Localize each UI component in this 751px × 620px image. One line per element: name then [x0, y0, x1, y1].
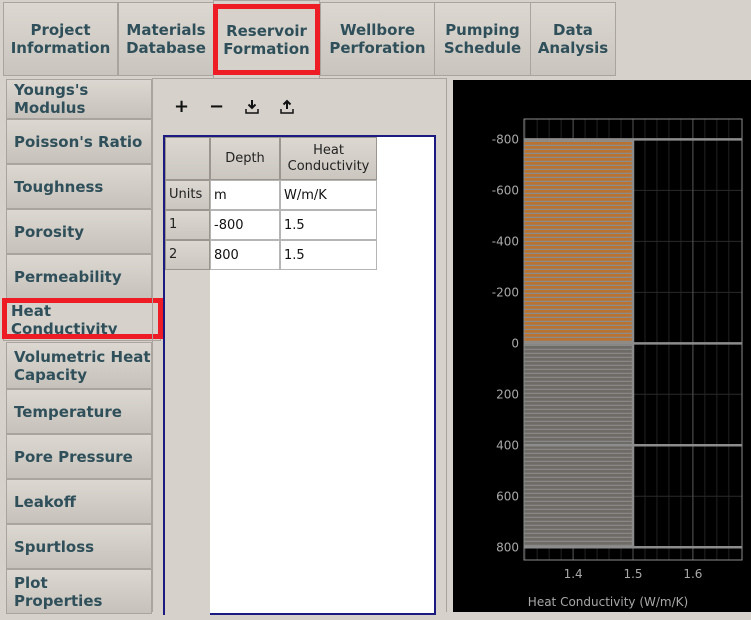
side-tab-permeability[interactable]: Permeability	[6, 254, 152, 299]
side-tab-youngs-modulus[interactable]: Youngs's Modulus	[6, 79, 152, 119]
y-tick-label: 0	[511, 336, 519, 350]
tab-pumping-schedule[interactable]: Pumping Schedule	[434, 2, 531, 76]
import-icon[interactable]	[244, 99, 260, 120]
y-tick-label: 600	[496, 489, 519, 503]
tab-reservoir-formation[interactable]: Reservoir Formation	[213, 0, 320, 78]
x-tick-label: 1.4	[564, 567, 583, 581]
y-tick-label: -800	[492, 132, 519, 146]
side-tab-temperature[interactable]: Temperature	[6, 389, 152, 434]
table-cell[interactable]: m	[210, 180, 280, 210]
side-tab-leakoff[interactable]: Leakoff	[6, 479, 152, 524]
y-tick-label: -600	[492, 183, 519, 197]
side-tab-toughness[interactable]: Toughness	[6, 164, 152, 209]
tab-project-information[interactable]: Project Information	[3, 2, 118, 76]
y-tick-label: -400	[492, 234, 519, 248]
x-tick-label: 1.6	[683, 567, 702, 581]
row-header[interactable]: 2	[165, 240, 210, 270]
heat-conductivity-chart: -800 -600 -400 -200 0 200 400 600 800 1.4 1.5 1.6 He…	[492, 118, 743, 609]
table-cell[interactable]: 1.5	[280, 210, 377, 240]
y-tick-label: 800	[496, 540, 519, 554]
table-cell[interactable]: 1.5	[280, 240, 377, 270]
tab-materials-database[interactable]: Materials Database	[118, 2, 214, 76]
y-tick-label: 400	[496, 438, 519, 452]
side-tab-spurtloss[interactable]: Spurtloss	[6, 524, 152, 569]
export-icon[interactable]	[279, 99, 295, 120]
tab-wellbore-perforation[interactable]: Wellbore Perforation	[320, 2, 435, 76]
tab-data-analysis[interactable]: Data Analysis	[530, 2, 616, 76]
table-cell[interactable]: -800	[210, 210, 280, 240]
side-tab-porosity[interactable]: Porosity	[6, 209, 152, 254]
add-row-button[interactable]: +	[174, 96, 189, 117]
chart-panel: -800 -600 -400 -200 0 200 400 600 800 1.4 1.5 1.6 He…	[453, 80, 751, 612]
column-header-depth[interactable]: Depth	[210, 137, 280, 180]
corner-header	[165, 137, 210, 180]
remove-row-button[interactable]: −	[209, 96, 224, 117]
x-tick-label: 1.5	[623, 567, 642, 581]
column-header-heat-conductivity[interactable]: Heat Conductivity	[280, 137, 377, 180]
side-tab-pore-pressure[interactable]: Pore Pressure	[6, 434, 152, 479]
table-cell[interactable]: 800	[210, 240, 280, 270]
y-tick-label: 200	[496, 387, 519, 401]
table-cell[interactable]: W/m/K	[280, 180, 377, 210]
data-table: Depth Heat Conductivity Units m W/m/K 1 …	[163, 135, 436, 620]
side-tab-volumetric-heat-capacity[interactable]: Volumetric Heat Capacity	[6, 342, 152, 389]
side-tab-poissons-ratio[interactable]: Poisson's Ratio	[6, 119, 152, 164]
side-tab-heat-conductivity[interactable]: Heat Conductivity	[3, 299, 161, 341]
x-axis-label: Heat Conductivity (W/m/K)	[528, 595, 688, 609]
y-tick-label: -200	[492, 285, 519, 299]
row-header[interactable]: 1	[165, 210, 210, 240]
side-tab-plot-properties[interactable]: Plot Properties	[6, 569, 152, 614]
row-header[interactable]: Units	[165, 180, 210, 210]
